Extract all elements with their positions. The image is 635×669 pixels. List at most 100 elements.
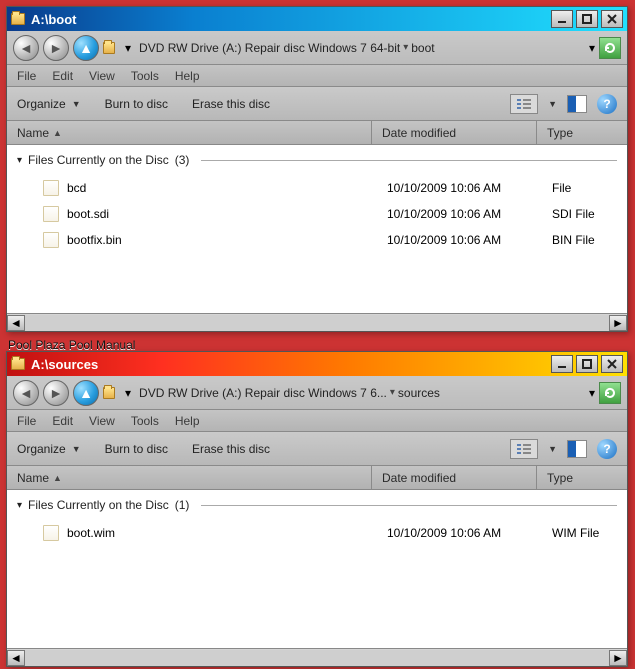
file-row[interactable]: bootfix.bin 10/10/2009 10:06 AM BIN File [17,227,617,253]
col-type[interactable]: Type [537,121,627,144]
file-row[interactable]: boot.sdi 10/10/2009 10:06 AM SDI File [17,201,617,227]
erase-button[interactable]: Erase this disc [192,97,270,111]
collapse-icon[interactable]: ▾ [17,500,22,511]
refresh-button[interactable] [599,37,621,59]
explorer-window-boot: A:\boot ◄ ► ▲ ▾ DVD RW Drive (A:) Repair… [6,6,628,332]
back-button[interactable]: ◄ [13,35,39,61]
preview-pane-button[interactable] [567,440,587,458]
menu-edit[interactable]: Edit [52,414,73,428]
organize-button[interactable]: Organize▼ [17,442,81,456]
file-row[interactable]: boot.wim 10/10/2009 10:06 AM WIM File [17,520,617,546]
address-bar[interactable]: DVD RW Drive (A:) Repair disc Windows 7 … [135,41,585,55]
group-header[interactable]: ▾ Files Currently on the Disc (3) [17,153,617,167]
folder-icon [11,358,25,370]
folder-icon [11,13,25,25]
col-date[interactable]: Date modified [372,466,537,489]
file-name: boot.wim [67,526,387,540]
h-scrollbar[interactable]: ◄ ► [7,648,627,666]
scroll-left-button[interactable]: ◄ [7,315,25,331]
view-button[interactable] [510,94,538,114]
file-date: 10/10/2009 10:06 AM [387,526,552,540]
menu-file[interactable]: File [17,414,36,428]
scroll-left-button[interactable]: ◄ [7,650,25,666]
help-button[interactable]: ? [597,439,617,459]
file-list: ▾ Files Currently on the Disc (1) boot.w… [7,490,627,648]
chevron-down-icon[interactable]: ▼ [548,99,557,109]
chevron-icon: ▾ [125,386,131,400]
group-header[interactable]: ▾ Files Currently on the Disc (1) [17,498,617,512]
folder-dropdown-icon[interactable] [103,39,121,57]
maximize-button[interactable] [576,10,598,28]
up-button[interactable]: ▲ [73,35,99,61]
window-title: A:\sources [31,357,98,372]
view-button[interactable] [510,439,538,459]
menu-help[interactable]: Help [175,69,200,83]
scroll-right-button[interactable]: ► [609,315,627,331]
file-row[interactable]: bcd 10/10/2009 10:06 AM File [17,175,617,201]
collapse-icon[interactable]: ▾ [17,155,22,166]
menu-file[interactable]: File [17,69,36,83]
minimize-button[interactable] [551,355,573,373]
titlebar[interactable]: A:\boot [7,7,627,31]
breadcrumb-drive: DVD RW Drive (A:) Repair disc Windows 7 … [139,41,400,55]
h-scrollbar[interactable]: ◄ ► [7,313,627,331]
file-type: File [552,181,617,195]
chevron-down-icon: ▼ [72,444,81,454]
up-button[interactable]: ▲ [73,380,99,406]
menubar: File Edit View Tools Help [7,410,627,432]
chevron-down-icon[interactable]: ▼ [548,444,557,454]
file-icon [43,232,59,248]
chevron-icon[interactable]: ▾ [589,41,595,55]
sort-asc-icon: ▲ [53,473,62,483]
breadcrumb-folder: boot [411,41,434,55]
file-date: 10/10/2009 10:06 AM [387,207,552,221]
nav-row: ◄ ► ▲ ▾ DVD RW Drive (A:) Repair disc Wi… [7,31,627,65]
forward-button[interactable]: ► [43,35,69,61]
breadcrumb-folder: sources [398,386,440,400]
menu-view[interactable]: View [89,69,115,83]
window-title: A:\boot [31,12,76,27]
minimize-button[interactable] [551,10,573,28]
burn-button[interactable]: Burn to disc [105,97,168,111]
col-name[interactable]: Name▲ [7,121,372,144]
close-button[interactable] [601,10,623,28]
chevron-icon: ▾ [125,41,131,55]
forward-button[interactable]: ► [43,380,69,406]
column-headers: Name▲ Date modified Type [7,466,627,490]
titlebar[interactable]: A:\sources [7,352,627,376]
back-button[interactable]: ◄ [13,380,39,406]
close-button[interactable] [601,355,623,373]
file-name: boot.sdi [67,207,387,221]
col-type[interactable]: Type [537,466,627,489]
file-type: SDI File [552,207,617,221]
folder-dropdown-icon[interactable] [103,384,121,402]
help-button[interactable]: ? [597,94,617,114]
explorer-window-sources: A:\sources ◄ ► ▲ ▾ DVD RW Drive (A:) Rep… [6,351,628,667]
preview-pane-button[interactable] [567,95,587,113]
menu-help[interactable]: Help [175,414,200,428]
menubar: File Edit View Tools Help [7,65,627,87]
col-name[interactable]: Name▲ [7,466,372,489]
chevron-icon: ▾ [403,42,408,53]
file-name: bootfix.bin [67,233,387,247]
file-list: ▾ Files Currently on the Disc (3) bcd 10… [7,145,627,313]
menu-edit[interactable]: Edit [52,69,73,83]
file-icon [43,525,59,541]
organize-button[interactable]: Organize▼ [17,97,81,111]
col-date[interactable]: Date modified [372,121,537,144]
file-type: WIM File [552,526,617,540]
address-bar[interactable]: DVD RW Drive (A:) Repair disc Windows 7 … [135,386,585,400]
erase-button[interactable]: Erase this disc [192,442,270,456]
scroll-right-button[interactable]: ► [609,650,627,666]
breadcrumb-drive: DVD RW Drive (A:) Repair disc Windows 7 … [139,386,387,400]
menu-tools[interactable]: Tools [131,414,159,428]
menu-tools[interactable]: Tools [131,69,159,83]
chevron-icon[interactable]: ▾ [589,386,595,400]
toolbar: Organize▼ Burn to disc Erase this disc ▼… [7,432,627,466]
file-type: BIN File [552,233,617,247]
menu-view[interactable]: View [89,414,115,428]
burn-button[interactable]: Burn to disc [105,442,168,456]
refresh-button[interactable] [599,382,621,404]
maximize-button[interactable] [576,355,598,373]
file-date: 10/10/2009 10:06 AM [387,181,552,195]
